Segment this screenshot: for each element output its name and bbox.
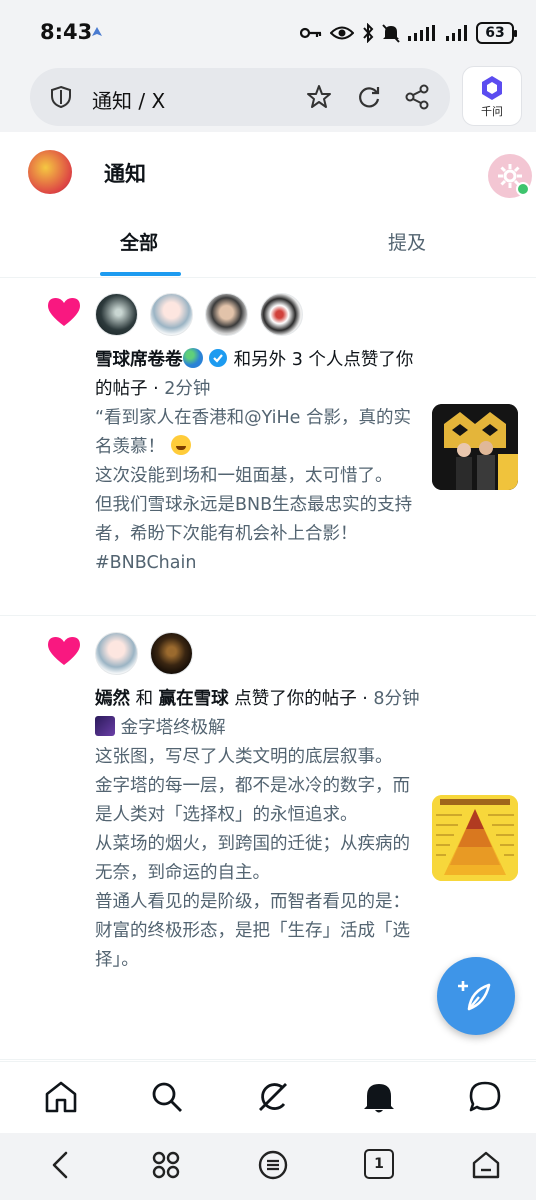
post-line: 普通人看见的是阶级，而智者看见的是：财富的终极形态，是把「生存」活成「选择」。 (95, 892, 410, 970)
notification-time: 2分钟 (164, 379, 211, 399)
heart-icon (48, 637, 80, 665)
page-title: 通知 (104, 162, 146, 186)
compose-button[interactable] (437, 957, 515, 1035)
post-line: 这次没能到场和一姐面基，太可惜了。 (95, 466, 393, 486)
settings-button[interactable] (488, 154, 532, 198)
home-icon[interactable] (470, 1149, 502, 1181)
profile-avatar[interactable] (28, 150, 72, 194)
status-icons: 63 (300, 20, 517, 46)
notification-item[interactable]: 雪球席卷卷 和另外 3 个人点赞了你的帖子 · 2分钟 “看到家人在香港和@Yi… (0, 278, 536, 616)
actor-name[interactable]: 雪球席卷卷 (95, 350, 183, 370)
avatar[interactable] (260, 293, 303, 336)
notification-joiner: 和 (130, 689, 159, 709)
bnb-event-photo-icon (432, 404, 518, 490)
post-line: 从菜场的烟火，到跨国的迁徙；从疾病的无奈，到命运的自主。 (95, 834, 410, 883)
notification-action: 点赞了你的帖子 · (228, 689, 374, 709)
globe-emoji-icon (182, 348, 203, 368)
avatar[interactable] (95, 632, 138, 675)
avatar[interactable] (150, 632, 193, 675)
share-icon[interactable] (404, 84, 430, 110)
notifications-icon[interactable] (362, 1080, 396, 1114)
avatar[interactable] (95, 293, 138, 336)
grok-icon[interactable] (256, 1080, 290, 1114)
avatar[interactable] (205, 293, 248, 336)
pyramid-chart-image-icon (432, 795, 518, 881)
reload-icon[interactable] (356, 84, 382, 110)
tab-all[interactable]: 全部 (120, 228, 158, 255)
system-navigation: 1 (0, 1133, 536, 1200)
post-line: 金字塔的每一层，都不是冰冷的数字，而是人类对「选择权」的永恒追求。 (95, 776, 410, 825)
address-bar[interactable]: 通知 / X (30, 68, 450, 126)
back-icon[interactable] (46, 1149, 76, 1181)
post-line: 这张图，写尽了人类文明的底层叙事。 (95, 747, 393, 767)
crying-emoji-icon (170, 435, 191, 455)
post-thumbnail[interactable] (432, 404, 518, 490)
menu-icon[interactable] (257, 1149, 289, 1181)
qianwen-logo-icon (482, 76, 502, 100)
post-line: 金字塔终极解 (95, 714, 427, 743)
assistant-button[interactable]: 千问 (462, 66, 522, 126)
post-thumbnail[interactable] (432, 795, 518, 881)
status-time: 8:43 (40, 20, 93, 44)
post-line: 但我们雪球永远是BNB生态最忠实的支持者，希盼下次能有机会补上合影！#BNBCh… (95, 495, 413, 573)
avatar[interactable] (150, 293, 193, 336)
notifications-header: 通知 全部 提及 (0, 132, 536, 278)
notification-time: 8分钟 (373, 689, 420, 709)
home-icon[interactable] (44, 1080, 78, 1114)
status-bar: 8:43 63 (0, 0, 536, 64)
compose-icon (458, 981, 491, 1011)
address-bar-title[interactable]: 通知 / X (92, 85, 165, 114)
tabs-icon[interactable]: 1 (364, 1149, 394, 1179)
post-line: “看到家人在香港和@YiHe 合影，真的实名羡慕！ (95, 408, 411, 457)
notification-text: 雪球席卷卷 和另外 3 个人点赞了你的帖子 · 2分钟 “看到家人在香港和@Yi… (95, 346, 420, 578)
status-dot (516, 182, 530, 196)
shield-icon[interactable] (50, 85, 72, 109)
battery-icon: 63 (476, 22, 517, 44)
notification-text: 嫣然 和 赢在雪球 点赞了你的帖子 · 8分钟 金字塔终极解 这张图，写尽了人类… (95, 685, 427, 975)
signal-icon (408, 25, 435, 41)
eye-icon (330, 26, 354, 40)
verified-badge-icon (209, 349, 228, 367)
actor-name[interactable]: 嫣然 (95, 689, 130, 709)
search-icon[interactable] (150, 1080, 184, 1114)
bluetooth-icon (363, 23, 374, 43)
location-icon (92, 27, 102, 36)
apps-icon[interactable] (150, 1149, 182, 1181)
assistant-label: 千问 (481, 105, 503, 118)
signal-icon (446, 25, 467, 41)
liker-avatars (95, 293, 303, 336)
mute-icon (382, 24, 400, 43)
liker-avatars (95, 632, 193, 675)
bottom-navigation (0, 1061, 536, 1133)
messages-icon[interactable] (468, 1080, 502, 1114)
galaxy-emoji-icon (95, 716, 115, 736)
tab-mentions[interactable]: 提及 (388, 228, 426, 255)
star-icon[interactable] (306, 84, 332, 110)
browser-bar: 通知 / X 千问 (0, 64, 536, 132)
heart-icon (48, 298, 80, 326)
key-icon (300, 27, 322, 39)
active-tab-indicator (100, 272, 181, 276)
actor-name[interactable]: 赢在雪球 (159, 689, 229, 709)
